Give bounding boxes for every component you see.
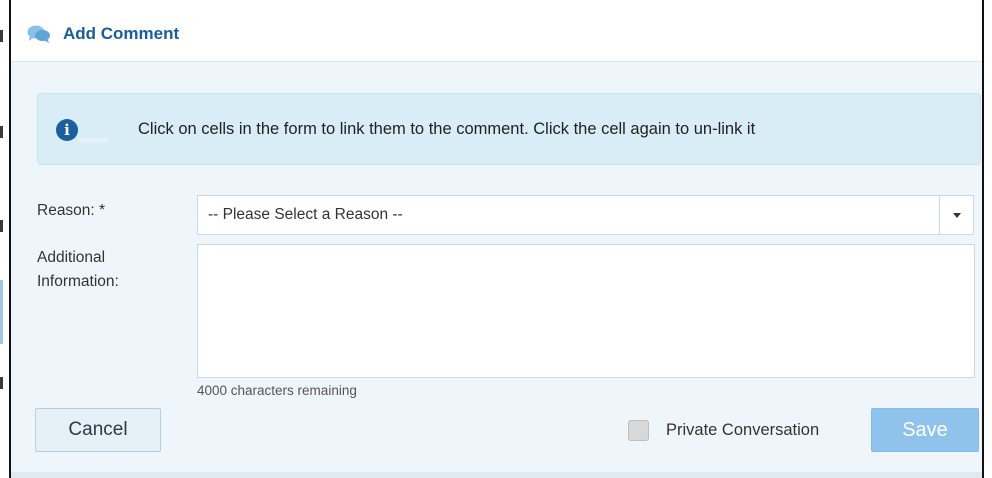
chat-bubbles-icon bbox=[27, 25, 50, 43]
dialog-header: Add Comment bbox=[11, 0, 982, 62]
dialog-bottom-band bbox=[11, 472, 982, 478]
save-button[interactable]: Save bbox=[871, 408, 979, 452]
additional-info-textarea[interactable] bbox=[197, 244, 975, 378]
background-page-edge bbox=[0, 0, 9, 478]
reason-select[interactable]: -- Please Select a Reason -- bbox=[197, 195, 974, 235]
reason-select-value: -- Please Select a Reason -- bbox=[208, 206, 403, 223]
add-comment-dialog: Add Comment i Click on cells in the form… bbox=[9, 0, 984, 478]
reason-label: Reason: * bbox=[37, 202, 106, 219]
private-conversation-checkbox[interactable] bbox=[628, 420, 649, 441]
info-alert: i Click on cells in the form to link the… bbox=[37, 93, 981, 165]
info-tab-decoration bbox=[78, 138, 108, 143]
additional-info-label-line2: Information: bbox=[37, 273, 119, 290]
cancel-button[interactable]: Cancel bbox=[35, 408, 161, 452]
info-message: Click on cells in the form to link them … bbox=[138, 120, 756, 138]
reason-dropdown-toggle[interactable] bbox=[939, 196, 973, 234]
characters-remaining: 4000 characters remaining bbox=[197, 383, 357, 398]
info-circle-icon: i bbox=[56, 119, 78, 141]
private-conversation-label[interactable]: Private Conversation bbox=[666, 421, 819, 440]
caret-down-icon bbox=[953, 213, 961, 218]
dialog-title: Add Comment bbox=[63, 24, 180, 43]
additional-info-label-line1: Additional bbox=[37, 249, 106, 266]
